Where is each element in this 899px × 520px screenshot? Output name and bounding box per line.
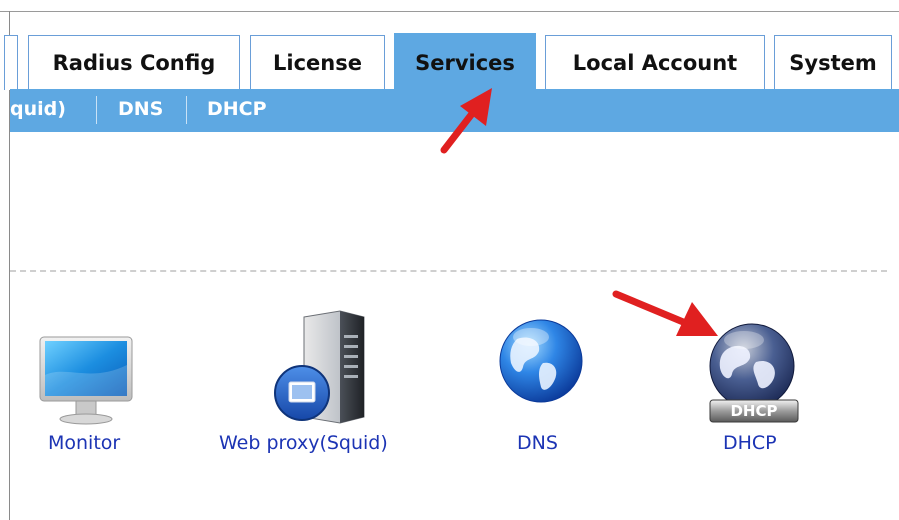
section-divider	[10, 270, 887, 272]
subnav-divider	[96, 96, 97, 124]
web-proxy-link[interactable]: Web proxy(Squid)	[219, 432, 388, 454]
tab-label: License	[273, 51, 362, 75]
server-icon[interactable]	[274, 309, 370, 429]
globe-icon[interactable]	[497, 317, 585, 405]
tab-local-account[interactable]: Local Account	[545, 35, 765, 90]
tab-system[interactable]: System	[774, 35, 892, 90]
subnav-item-dhcp[interactable]: DHCP	[207, 89, 267, 132]
main-tab-bar: Radius Config License Services Local Acc…	[4, 11, 899, 91]
tab-label: Local Account	[572, 51, 738, 75]
tab-label: Radius Config	[52, 51, 216, 75]
red-arrow-icon	[436, 84, 506, 156]
subnav-divider	[186, 96, 187, 124]
monitor-link[interactable]: Monitor	[48, 432, 120, 454]
dns-link[interactable]: DNS	[517, 432, 558, 454]
tab-label: Services	[415, 50, 515, 75]
subnav-item-web-proxy[interactable]: quid)	[10, 89, 66, 132]
dhcp-link[interactable]: DHCP	[723, 432, 777, 454]
monitor-icon[interactable]	[36, 335, 136, 427]
subnav-item-dns[interactable]: DNS	[118, 89, 163, 132]
tab-partial-edge[interactable]	[4, 35, 18, 90]
tab-license[interactable]: License	[250, 35, 385, 90]
tab-radius-config[interactable]: Radius Config	[28, 35, 240, 90]
tab-services[interactable]: Services	[394, 33, 536, 91]
red-arrow-icon	[612, 288, 722, 344]
tab-label: System	[789, 51, 877, 75]
dhcp-badge-label: DHCP	[730, 402, 778, 420]
